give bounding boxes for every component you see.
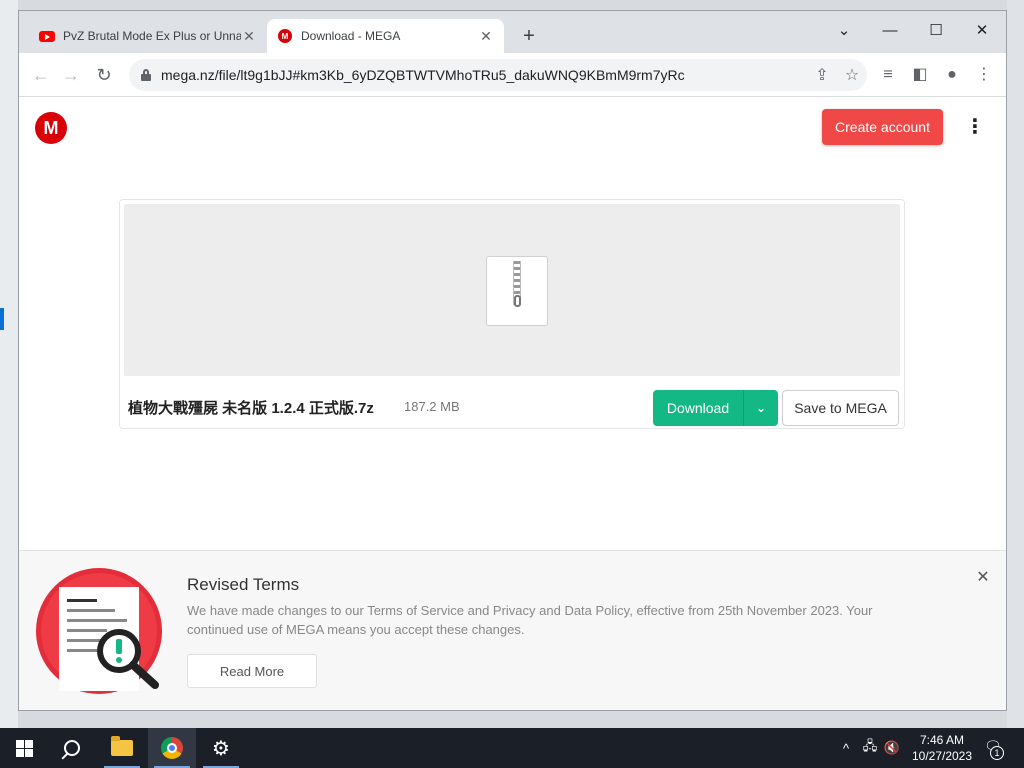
save-to-mega-button[interactable]: Save to MEGA bbox=[782, 390, 899, 426]
lock-icon[interactable] bbox=[141, 69, 151, 81]
browser-window: PvZ Brutal Mode Ex Plus or Unnamed ✕ M D… bbox=[18, 10, 1007, 711]
mega-logo[interactable]: M bbox=[35, 112, 67, 144]
folder-icon bbox=[111, 736, 133, 756]
taskbar: ⚙ ^ 🖧 🔇 7:46 AM 10/27/2023 🗨 1 bbox=[0, 728, 1024, 768]
revised-terms-banner: Revised Terms We have made changes to ou… bbox=[19, 550, 1006, 710]
forward-icon[interactable]: → bbox=[59, 63, 83, 87]
tab-title: Download - MEGA bbox=[301, 29, 401, 43]
new-tab-button[interactable]: + bbox=[517, 25, 541, 47]
back-icon[interactable]: ← bbox=[29, 63, 53, 87]
file-preview bbox=[124, 204, 900, 376]
more-options-icon[interactable]: ⋮ bbox=[965, 113, 985, 141]
notification-count-badge: 1 bbox=[990, 746, 1004, 760]
terms-body: We have made changes to our Terms of Ser… bbox=[187, 603, 873, 637]
tab-mega-download[interactable]: M Download - MEGA ✕ bbox=[267, 19, 504, 53]
browser-toolbar: ← → ↻ mega.nz/file/lt9g1bJJ#km3Kb_6yDZQB… bbox=[19, 53, 1006, 97]
terms-document-magnifier-icon bbox=[36, 568, 162, 694]
address-bar[interactable]: mega.nz/file/lt9g1bJJ#km3Kb_6yDZQBTWTVMh… bbox=[129, 59, 867, 91]
desktop-selection-accent bbox=[0, 308, 4, 330]
chrome-menu-icon[interactable]: ⋮ bbox=[971, 63, 997, 87]
download-button[interactable]: Download ⌄ bbox=[653, 390, 778, 426]
volume-muted-icon[interactable]: 🔇 bbox=[882, 728, 902, 768]
download-label[interactable]: Download bbox=[653, 400, 743, 416]
start-button[interactable] bbox=[0, 728, 48, 768]
chrome-taskbar-button[interactable] bbox=[148, 728, 196, 768]
youtube-icon bbox=[39, 28, 55, 44]
file-size: 187.2 MB bbox=[404, 399, 460, 414]
create-account-button[interactable]: Create account bbox=[822, 109, 943, 145]
file-explorer-button[interactable] bbox=[98, 728, 146, 768]
tab-strip: PvZ Brutal Mode Ex Plus or Unnamed ✕ M D… bbox=[19, 11, 1006, 53]
tab-search-icon[interactable]: ⌄ bbox=[821, 17, 867, 45]
maximize-button[interactable]: ☐ bbox=[913, 17, 959, 45]
desktop-edge bbox=[0, 0, 18, 728]
desktop-right-edge bbox=[1007, 0, 1024, 728]
gear-icon: ⚙ bbox=[212, 737, 230, 760]
windows-logo-icon bbox=[15, 739, 33, 757]
search-button[interactable] bbox=[48, 728, 96, 768]
tab-youtube[interactable]: PvZ Brutal Mode Ex Plus or Unnamed ✕ bbox=[29, 19, 267, 53]
side-panel-icon[interactable]: ◧ bbox=[907, 63, 933, 87]
mega-icon: M bbox=[277, 28, 293, 44]
read-more-button[interactable]: Read More bbox=[187, 654, 317, 688]
close-window-button[interactable]: ✕ bbox=[959, 17, 1005, 45]
tab-close-icon[interactable]: ✕ bbox=[241, 28, 257, 45]
chevron-down-icon[interactable]: ⌄ bbox=[744, 401, 778, 415]
chrome-icon bbox=[161, 737, 183, 759]
terms-title: Revised Terms bbox=[187, 575, 300, 594]
minimize-button[interactable]: — bbox=[867, 17, 913, 45]
media-control-icon[interactable]: ≡ bbox=[875, 63, 901, 87]
url-text[interactable]: mega.nz/file/lt9g1bJJ#km3Kb_6yDZQBTWTVMh… bbox=[161, 67, 807, 83]
zip-file-icon bbox=[486, 256, 548, 326]
network-icon[interactable]: 🖧 bbox=[858, 728, 882, 768]
reload-icon[interactable]: ↻ bbox=[92, 63, 116, 87]
system-clock[interactable]: 7:46 AM 10/27/2023 bbox=[900, 732, 984, 764]
clock-time: 7:46 AM bbox=[919, 733, 965, 747]
search-icon bbox=[64, 740, 80, 756]
close-icon[interactable]: ✕ bbox=[973, 567, 993, 587]
clock-date: 10/27/2023 bbox=[911, 749, 973, 763]
profile-avatar-icon[interactable]: ● bbox=[939, 63, 965, 87]
tab-close-icon[interactable]: ✕ bbox=[478, 28, 494, 45]
file-name: 植物大戰殭屍 未名版 1.2.4 正式版.7z bbox=[128, 400, 374, 417]
share-icon[interactable]: ⇪ bbox=[807, 65, 837, 85]
mega-page: M Create account ⋮ 植物大戰殭屍 未名版 1.2.4 正式版.… bbox=[19, 97, 1006, 710]
settings-taskbar-button[interactable]: ⚙ bbox=[197, 728, 245, 768]
tab-title: PvZ Brutal Mode Ex Plus or Unnamed bbox=[63, 29, 241, 43]
bookmark-star-icon[interactable]: ☆ bbox=[837, 65, 867, 85]
show-hidden-icons-chevron-icon[interactable]: ^ bbox=[836, 728, 856, 768]
file-card: 植物大戰殭屍 未名版 1.2.4 正式版.7z 187.2 MB Downloa… bbox=[119, 199, 905, 429]
